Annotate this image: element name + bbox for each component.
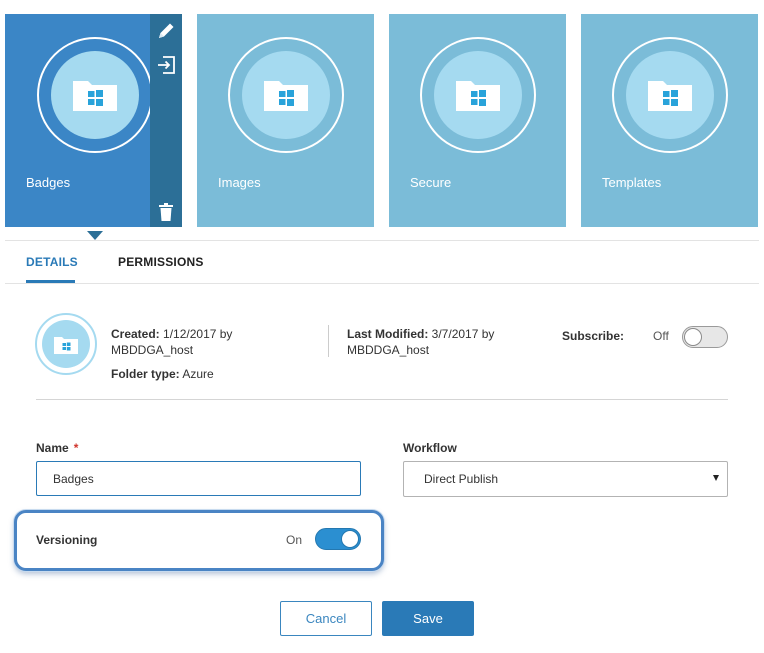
name-input[interactable] (36, 461, 361, 496)
meta-divider (328, 325, 329, 357)
created-label: Created: (111, 327, 160, 341)
subscribe-label: Subscribe: (562, 329, 625, 343)
windows-folder-icon (54, 337, 78, 354)
folder-type-value: Azure (182, 367, 214, 381)
folder-disc (434, 51, 522, 139)
versioning-state: On (286, 533, 303, 547)
modified-info: Last Modified: 3/7/2017 by MBDDGA_host (347, 326, 527, 358)
versioning-label: Versioning (36, 533, 98, 547)
workflow-label: Workflow (403, 441, 457, 455)
modified-label: Last Modified: (347, 327, 429, 341)
required-marker: * (73, 441, 79, 455)
folder-ring (420, 37, 536, 153)
folder-avatar-disc (42, 320, 90, 368)
folder-type-info: Folder type: Azure (111, 366, 214, 382)
tab-permissions[interactable]: PERMISSIONS (118, 255, 204, 269)
folder-disc (242, 51, 330, 139)
folder-tile-secure[interactable]: Secure (389, 14, 566, 227)
folder-tile-label: Templates (602, 175, 662, 190)
caret-down-icon (713, 475, 719, 481)
windows-folder-icon (456, 81, 500, 111)
folder-ring (612, 37, 728, 153)
pencil-icon[interactable] (156, 21, 176, 41)
folder-disc (51, 51, 139, 139)
folder-tile-badges[interactable]: Badges (5, 14, 182, 227)
tabs-top-divider (5, 240, 759, 241)
folder-tile-templates[interactable]: Templates (581, 14, 758, 227)
folder-tile-label: Images (218, 175, 261, 190)
tab-details[interactable]: DETAILS (26, 255, 78, 269)
subscribe-state: Off (653, 329, 669, 343)
folder-ring (37, 37, 153, 153)
subscribe-toggle[interactable] (682, 326, 728, 348)
save-button[interactable]: Save (382, 601, 474, 636)
workflow-selected-value: Direct Publish (424, 472, 499, 486)
tabs-bottom-divider (5, 283, 759, 284)
versioning-toggle[interactable] (315, 528, 361, 550)
folder-avatar (35, 313, 97, 375)
move-to-icon[interactable] (156, 55, 176, 75)
folder-actions-bar (150, 14, 182, 227)
selected-pointer-caret (87, 231, 103, 240)
trash-icon[interactable] (156, 202, 176, 222)
windows-folder-icon (648, 81, 692, 111)
folder-tile-label: Badges (26, 175, 71, 190)
name-label: Name * (36, 441, 78, 455)
folder-tile-images[interactable]: Images (197, 14, 374, 227)
name-label-text: Name (36, 441, 69, 455)
created-info: Created: 1/12/2017 by MBDDGA_host (111, 326, 281, 358)
windows-folder-icon (73, 81, 117, 111)
info-divider (36, 399, 728, 400)
toggle-knob (341, 530, 359, 548)
folder-ring (228, 37, 344, 153)
toggle-knob (684, 328, 702, 346)
folder-disc (626, 51, 714, 139)
cancel-button[interactable]: Cancel (280, 601, 372, 636)
folder-tile-label: Secure (410, 175, 452, 190)
folder-type-label: Folder type: (111, 367, 180, 381)
workflow-select[interactable]: Direct Publish (403, 461, 728, 497)
windows-folder-icon (264, 81, 308, 111)
